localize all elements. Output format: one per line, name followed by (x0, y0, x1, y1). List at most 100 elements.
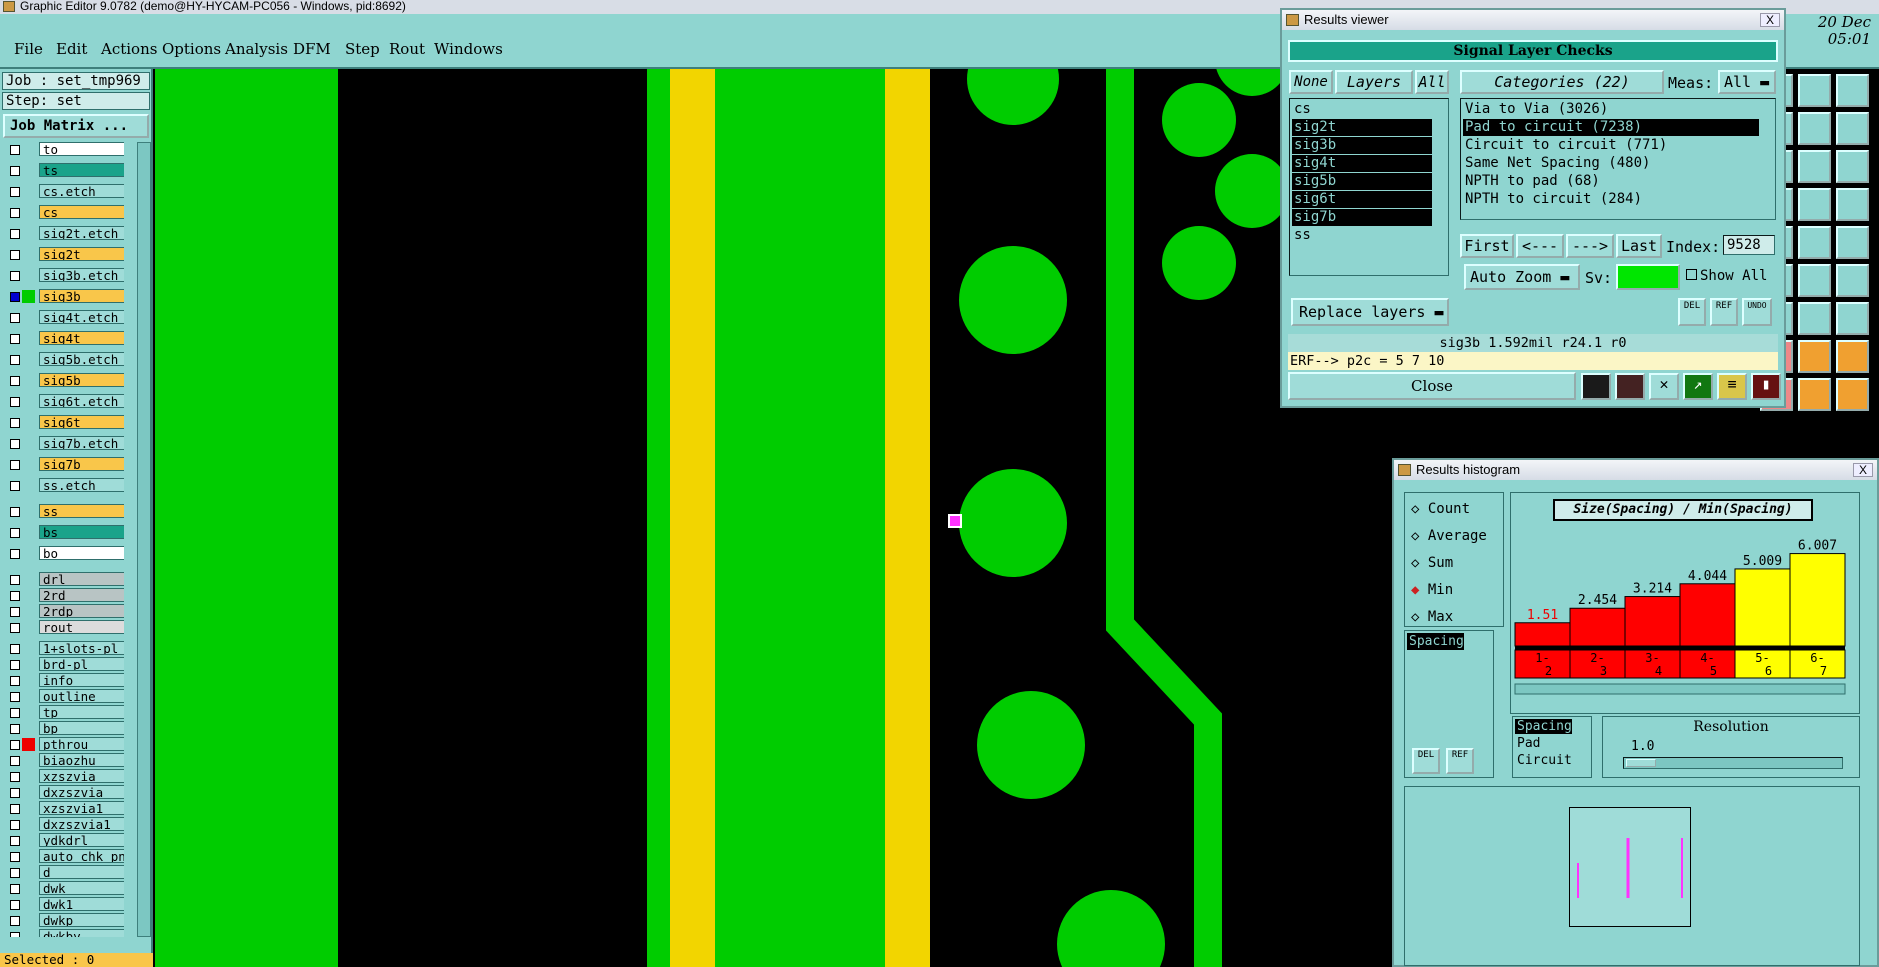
mode-sum-radio[interactable]: ◇ Sum (1411, 555, 1453, 571)
bar[interactable] (1514, 622, 1571, 647)
layer-row[interactable]: sig3b (4, 289, 124, 304)
violation-marker[interactable] (948, 514, 962, 528)
layer-row[interactable]: dwk (4, 881, 124, 896)
results-viewer-titlebar[interactable]: Results viewer X (1282, 10, 1784, 30)
layer-name[interactable]: sig3b (39, 289, 124, 303)
layer-row[interactable]: sig5b (4, 373, 124, 388)
zoom-icon[interactable] (1836, 264, 1869, 297)
layer-name[interactable]: ts (39, 163, 124, 177)
layer-name[interactable]: sig3b.etch (39, 268, 124, 282)
spacing-item[interactable]: Spacing (1407, 633, 1464, 650)
preview-thumbnail[interactable] (1569, 807, 1691, 927)
slider-handle[interactable] (1626, 759, 1656, 767)
layer-checkbox[interactable] (10, 166, 20, 176)
layer-checkbox[interactable] (10, 900, 20, 910)
menu-windows[interactable]: Windows (434, 40, 503, 58)
layer-row[interactable]: xzszvia (4, 769, 124, 784)
layer-checkbox[interactable] (10, 724, 20, 734)
radio-icon[interactable]: ◇ (1411, 609, 1428, 625)
mode-max-radio[interactable]: ◇ Max (1411, 609, 1453, 625)
layer-checkbox[interactable] (10, 836, 20, 846)
layer-row[interactable]: pthrou (4, 737, 124, 752)
pen-icon[interactable] (1798, 226, 1831, 259)
layer-name[interactable]: sig7b.etch (39, 436, 124, 450)
layer-name[interactable]: bs (39, 525, 124, 539)
layer-checkbox[interactable] (10, 229, 20, 239)
layer-checkbox[interactable] (10, 187, 20, 197)
layer-checkbox[interactable] (10, 804, 20, 814)
category-item[interactable]: Circuit to circuit (771) (1463, 137, 1759, 154)
export-icon[interactable] (1836, 74, 1869, 107)
layer-result-item[interactable]: sig5b (1292, 173, 1432, 190)
layer-row[interactable]: sig3b.etch (4, 268, 124, 283)
layer-row[interactable]: ss.etch (4, 478, 124, 493)
layer-checkbox[interactable] (10, 676, 20, 686)
layer-row[interactable]: rout (4, 620, 124, 635)
bar[interactable] (1624, 596, 1681, 647)
layer-checkbox[interactable] (10, 932, 20, 937)
menu-analysis[interactable]: Analysis (225, 40, 288, 58)
layer-checkbox[interactable] (10, 820, 20, 830)
layer-name[interactable]: xzszvia (39, 769, 124, 783)
layer-name[interactable]: sig2t (39, 247, 124, 261)
layer-row[interactable]: tp (4, 705, 124, 720)
layer-name[interactable]: sig4t.etch (39, 310, 124, 324)
layer-checkbox[interactable] (10, 528, 20, 538)
layer-row[interactable]: drl (4, 572, 124, 587)
radio-icon[interactable]: ◇ (1411, 501, 1428, 517)
layer-checkbox[interactable] (10, 868, 20, 878)
layer-name[interactable]: sig5b.etch (39, 352, 124, 366)
undo-icon[interactable]: UNDO (1742, 298, 1772, 326)
layer-row[interactable]: sig7b.etch (4, 436, 124, 451)
layer-checkbox[interactable] (10, 418, 20, 428)
layer-row[interactable]: sig4t.etch (4, 310, 124, 325)
auto-zoom-dropdown[interactable]: Auto Zoom ▬ (1464, 264, 1580, 290)
layer-name[interactable]: 2rdp (39, 604, 124, 618)
layer-result-item[interactable]: sig4t (1292, 155, 1432, 172)
layer-row[interactable]: 2rdp (4, 604, 124, 619)
triangle-icon[interactable] (1798, 302, 1831, 335)
layer-name[interactable]: 1+slots-pl (39, 641, 124, 655)
bar[interactable] (1679, 583, 1736, 647)
rotate-icon[interactable] (1836, 150, 1869, 183)
layer-list-scrollbar[interactable] (137, 142, 151, 937)
del-icon[interactable]: DEL (1678, 298, 1706, 326)
layer-checkbox[interactable] (10, 250, 20, 260)
category-list[interactable]: Via to Via (3026) Pad to circuit (7238) Ci… (1460, 98, 1776, 220)
layer-row[interactable]: biaozhu (4, 753, 124, 768)
layer-checkbox[interactable] (10, 756, 20, 766)
layer-row[interactable]: dxzszvia (4, 785, 124, 800)
menu-file[interactable]: File (14, 40, 43, 58)
layer-name[interactable]: rout (39, 620, 124, 634)
layer-row[interactable]: dwk1 (4, 897, 124, 912)
first-button[interactable]: First (1460, 234, 1514, 258)
layer-name[interactable]: sig2t.etch (39, 226, 124, 240)
layer-name[interactable]: drl (39, 572, 124, 586)
export-icon[interactable] (1836, 378, 1869, 411)
layer-row[interactable]: auto_chk_pni (4, 849, 124, 864)
categories-button[interactable]: Categories (22) (1460, 70, 1664, 94)
report-icon[interactable] (1615, 373, 1645, 400)
histogram-titlebar[interactable]: Results histogram X (1394, 460, 1877, 480)
export-icon[interactable]: ↗ (1683, 373, 1713, 400)
layer-result-item[interactable]: sig2t (1292, 119, 1432, 136)
layer-row[interactable]: sig6t.etch (4, 394, 124, 409)
next-button[interactable]: ---> (1566, 234, 1614, 258)
layer-checkbox[interactable] (10, 397, 20, 407)
layer-name[interactable]: bo (39, 546, 124, 560)
home-icon[interactable] (1798, 378, 1831, 411)
layer-checkbox[interactable] (10, 334, 20, 344)
close-icon[interactable]: X (1760, 13, 1780, 27)
move-icon[interactable] (1798, 112, 1831, 145)
category-item[interactable]: Same Net Spacing (480) (1463, 155, 1759, 172)
layer-checkbox[interactable] (10, 884, 20, 894)
ref-icon[interactable]: REF (1446, 748, 1474, 774)
layer-checkbox[interactable] (10, 145, 20, 155)
layer-row[interactable]: sig2t (4, 247, 124, 262)
layer-row[interactable]: sig6t (4, 415, 124, 430)
layer-name[interactable]: dwk1 (39, 897, 124, 911)
layer-row[interactable]: xzszvia1 (4, 801, 124, 816)
layer-name[interactable]: ss (39, 504, 124, 518)
layer-name[interactable]: auto_chk_pni (39, 849, 124, 863)
menu-rout[interactable]: Rout (389, 40, 425, 58)
